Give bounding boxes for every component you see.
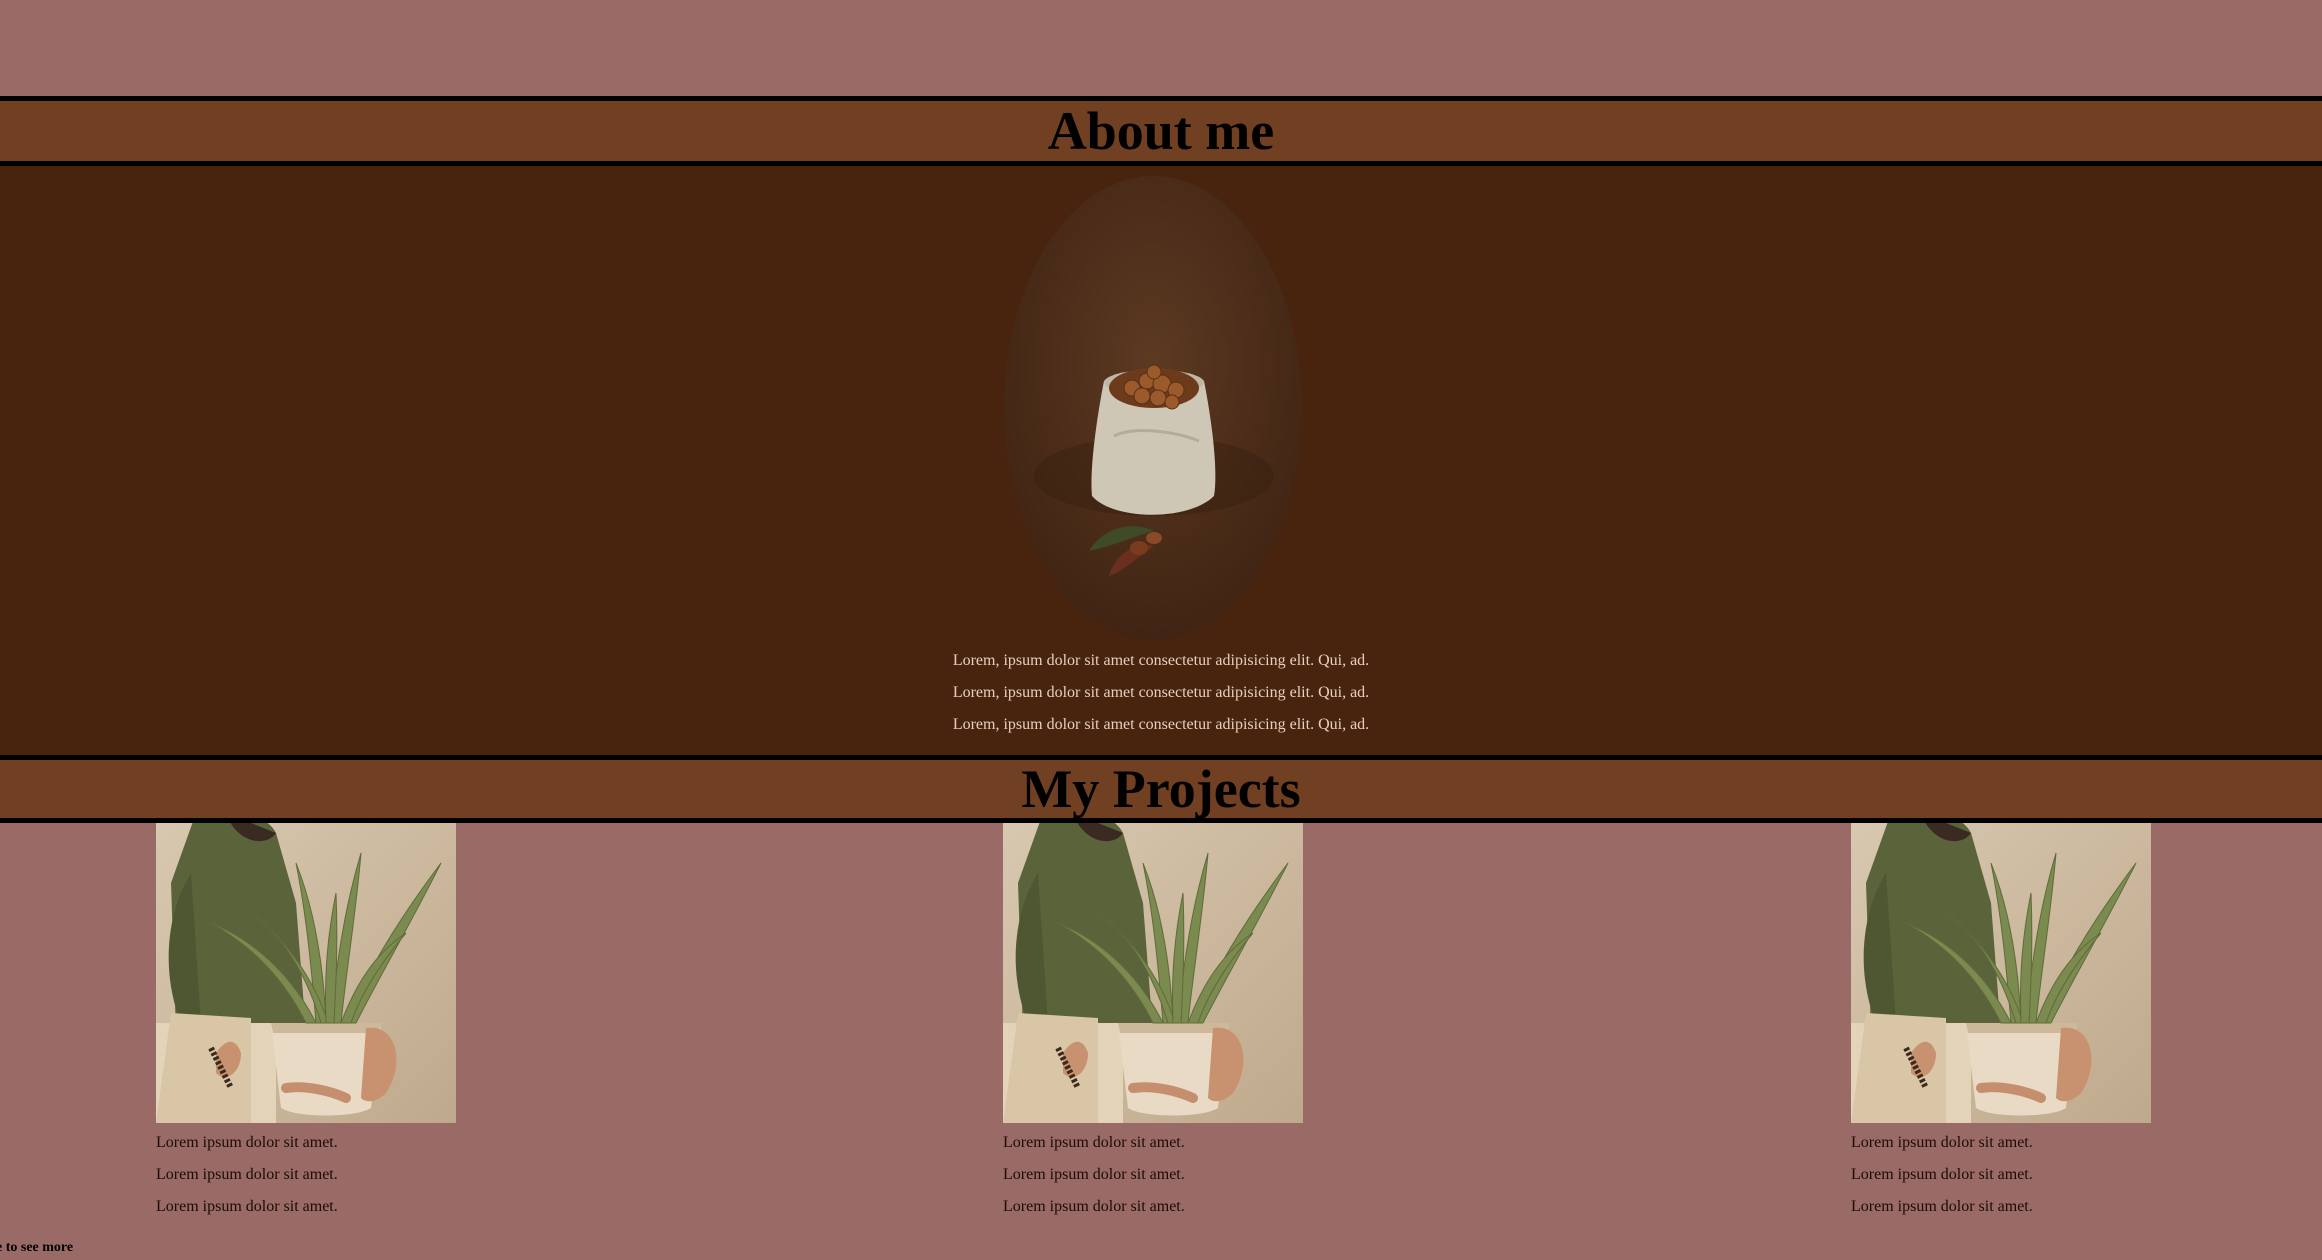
about-header-band: About me	[0, 96, 2322, 166]
about-text: Lorem, ipsum dolor sit amet consectetur …	[0, 645, 2322, 741]
project-text-line: Lorem ipsum dolor sit amet.	[1851, 1134, 2033, 1151]
project-text-line: Lorem ipsum dolor sit amet.	[1851, 1166, 2033, 1183]
project-text-line: Lorem ipsum dolor sit amet.	[156, 1198, 338, 1215]
project-text-line: Lorem ipsum dolor sit amet.	[1851, 1198, 2033, 1215]
project-card: Lorem ipsum dolor sit amet. Lorem ipsum …	[156, 823, 456, 1223]
about-photo	[1004, 176, 1302, 640]
project-image	[156, 823, 456, 1123]
project-text-line: Lorem ipsum dolor sit amet.	[1003, 1166, 1185, 1183]
project-text-line: Lorem ipsum dolor sit amet.	[1003, 1134, 1185, 1151]
projects-header-band: My Projects	[0, 755, 2322, 823]
page: About me Lorem, ipsum dolor sit amet con…	[0, 0, 2322, 1260]
about-text-line: Lorem, ipsum dolor sit amet consectetur …	[952, 684, 1370, 701]
project-image	[1851, 823, 2151, 1123]
project-card: Lorem ipsum dolor sit amet. Lorem ipsum …	[1003, 823, 1303, 1223]
project-text-line: Lorem ipsum dolor sit amet.	[1003, 1198, 1185, 1215]
scroll-hint: e to see more	[0, 1240, 74, 1255]
about-section: Lorem, ipsum dolor sit amet consectetur …	[0, 166, 2322, 755]
project-text-line: Lorem ipsum dolor sit amet.	[156, 1166, 338, 1183]
project-image	[1003, 823, 1303, 1123]
projects-title: My Projects	[1021, 759, 1301, 819]
about-text-line: Lorem, ipsum dolor sit amet consectetur …	[952, 652, 1370, 669]
about-text-line: Lorem, ipsum dolor sit amet consectetur …	[952, 716, 1370, 733]
project-card: Lorem ipsum dolor sit amet. Lorem ipsum …	[1851, 823, 2151, 1223]
about-title: About me	[1047, 101, 1275, 161]
project-text-line: Lorem ipsum dolor sit amet.	[156, 1134, 338, 1151]
